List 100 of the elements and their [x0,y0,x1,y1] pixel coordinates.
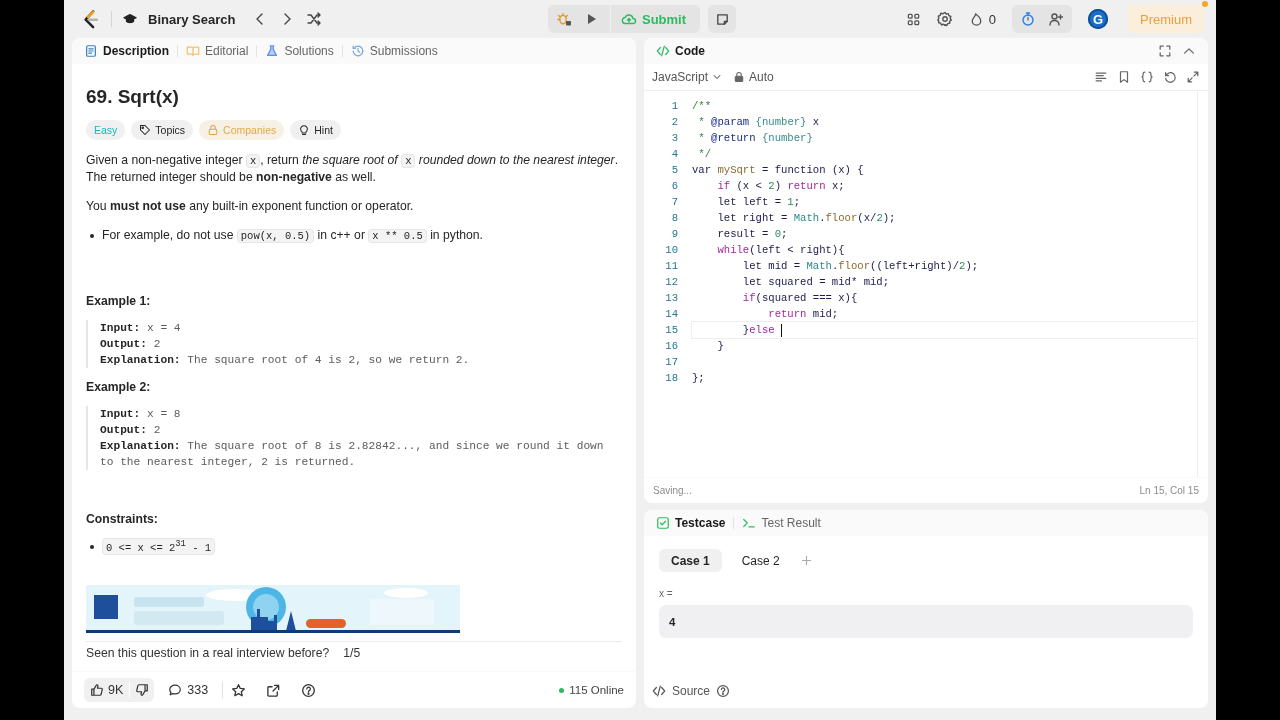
code-line: */ [697,147,712,162]
like-button[interactable]: 9K [84,678,130,702]
example-line: Output: 2 [100,337,162,352]
tab[interactable]: Solutions [261,40,338,62]
code-line: * @param {number} x [697,115,820,130]
line-number: 6 [670,180,678,192]
line-number: 3 [670,132,678,144]
share-icon[interactable] [266,682,282,698]
line-number: 10 [664,244,678,256]
problem-title: 69. Sqrt(x) [86,86,180,108]
line-number: 18 [664,372,678,384]
help-icon[interactable] [716,684,731,698]
doc-icon [84,44,98,58]
text-cursor [780,323,783,337]
code-line: let squared = mid* mid; [741,275,890,290]
timer-icon[interactable] [1020,11,1036,27]
code-line: }else [741,323,775,338]
list-item: For example, do not use pow(x, 0.5) in c++ or x ** 0.5 in python. [102,227,483,244]
line-number: 11 [664,260,678,272]
lock-icon [207,124,220,136]
thumbs-down-icon [135,683,150,697]
checkbox-icon [656,516,670,530]
code-line: var mySqrt = function (x) { [692,163,864,178]
tag[interactable]: Hint [290,120,341,140]
code-line: result = 0; [716,227,788,242]
code-line: let mid = Math.floor((left+right)/2); [741,259,979,274]
fullscreen-icon[interactable] [1158,44,1172,58]
format-icon[interactable] [1094,70,1108,84]
line-number: 2 [670,116,678,128]
bullet-icon [90,545,94,549]
parameter-label: x = [659,588,674,599]
settings-icon[interactable] [936,11,953,27]
line-number: 7 [670,196,678,208]
code-line: while(left < right){ [716,243,845,258]
panel-title: Code [652,40,709,62]
tag[interactable]: Topics [131,120,194,140]
cap-icon [123,12,137,26]
section-heading: Constraints: [86,512,159,526]
comments-button[interactable]: 333 [162,682,215,698]
bookmark-icon[interactable] [1117,70,1131,84]
book-icon [186,44,200,58]
code-line: /** [692,99,712,114]
parameter-field[interactable]: 4 [659,605,1193,638]
example-heading: Example 2: [86,380,152,394]
layout-icon[interactable] [905,11,921,27]
tab[interactable]: Editorial [182,40,253,62]
code-line: }; [692,371,705,386]
case-tab[interactable]: Case 1 [659,549,722,572]
paragraph: You must not use any built-in exponent function or operator. [86,198,415,215]
code-icon [652,684,666,698]
source-link[interactable]: Source [672,684,711,698]
code-line: let left = 1; [716,195,801,210]
example-line: Output: 2 [100,423,162,438]
example-heading: Example 1: [86,294,152,308]
terminal-icon [742,516,757,530]
flask-icon [265,44,280,58]
line-number: 15 [664,324,678,336]
line-number: 14 [664,308,678,320]
lock-icon [733,71,746,83]
star-icon[interactable] [231,682,247,698]
line-number: 5 [670,164,678,176]
bullet-icon [90,234,94,238]
line-number: 13 [664,292,678,304]
interview-question: Seen this question in a real interview before? [86,645,330,660]
example-line: Input: x = 8 [100,407,182,422]
bug-icon[interactable] [555,11,572,27]
tab[interactable]: Description [80,40,173,62]
paragraph: Given a non-negative integer x , return the square root of x rounded down to the nearest integer. The returned integer should be non-negative as well. [86,152,620,186]
code-icon [656,44,670,58]
bulb-icon [298,124,311,136]
add-user-icon[interactable] [1048,11,1064,27]
code-line: if (x < 2) return x; [716,179,845,194]
undo-icon[interactable] [1163,70,1177,84]
comment-icon [168,683,183,697]
line-number: 12 [664,276,678,288]
tab[interactable]: Testcase [652,512,730,534]
avatar[interactable]: G [1088,9,1108,29]
braces-icon[interactable] [1140,70,1154,84]
language-dropdown[interactable]: JavaScript [652,70,724,84]
shuffle-icon[interactable] [306,11,323,27]
expand-icon[interactable] [1186,70,1200,84]
notes-button[interactable] [708,5,737,33]
cursor-position: Ln 15, Col 15 [1139,485,1199,496]
constraint: 0 <= x <= 2$^{31}$ - 1 [102,538,216,555]
tab[interactable]: Test Result [738,512,825,534]
mode-label: Auto [749,70,774,84]
case-tab[interactable]: Case 2 [729,549,792,572]
help-icon[interactable] [301,682,317,698]
problem-list-link[interactable]: Binary Search [148,11,236,27]
line-number: 8 [670,212,678,224]
notification-dot [1202,1,1208,7]
tab[interactable]: Submissions [346,40,442,62]
online-count: 115 Online [569,684,624,696]
save-status: Saving... [653,485,692,496]
streak-count: 0 [988,11,996,27]
example-line: Explanation: The square root of 8 is 2.82842..., and since we round it down to the nearest integer, 2 is returned. [100,439,605,470]
code-line: let right = Math.floor(x/2); [716,211,896,226]
code-line: * @return {number} [697,131,813,146]
code-line: return mid; [767,307,839,322]
thumbs-up-icon [90,683,104,697]
